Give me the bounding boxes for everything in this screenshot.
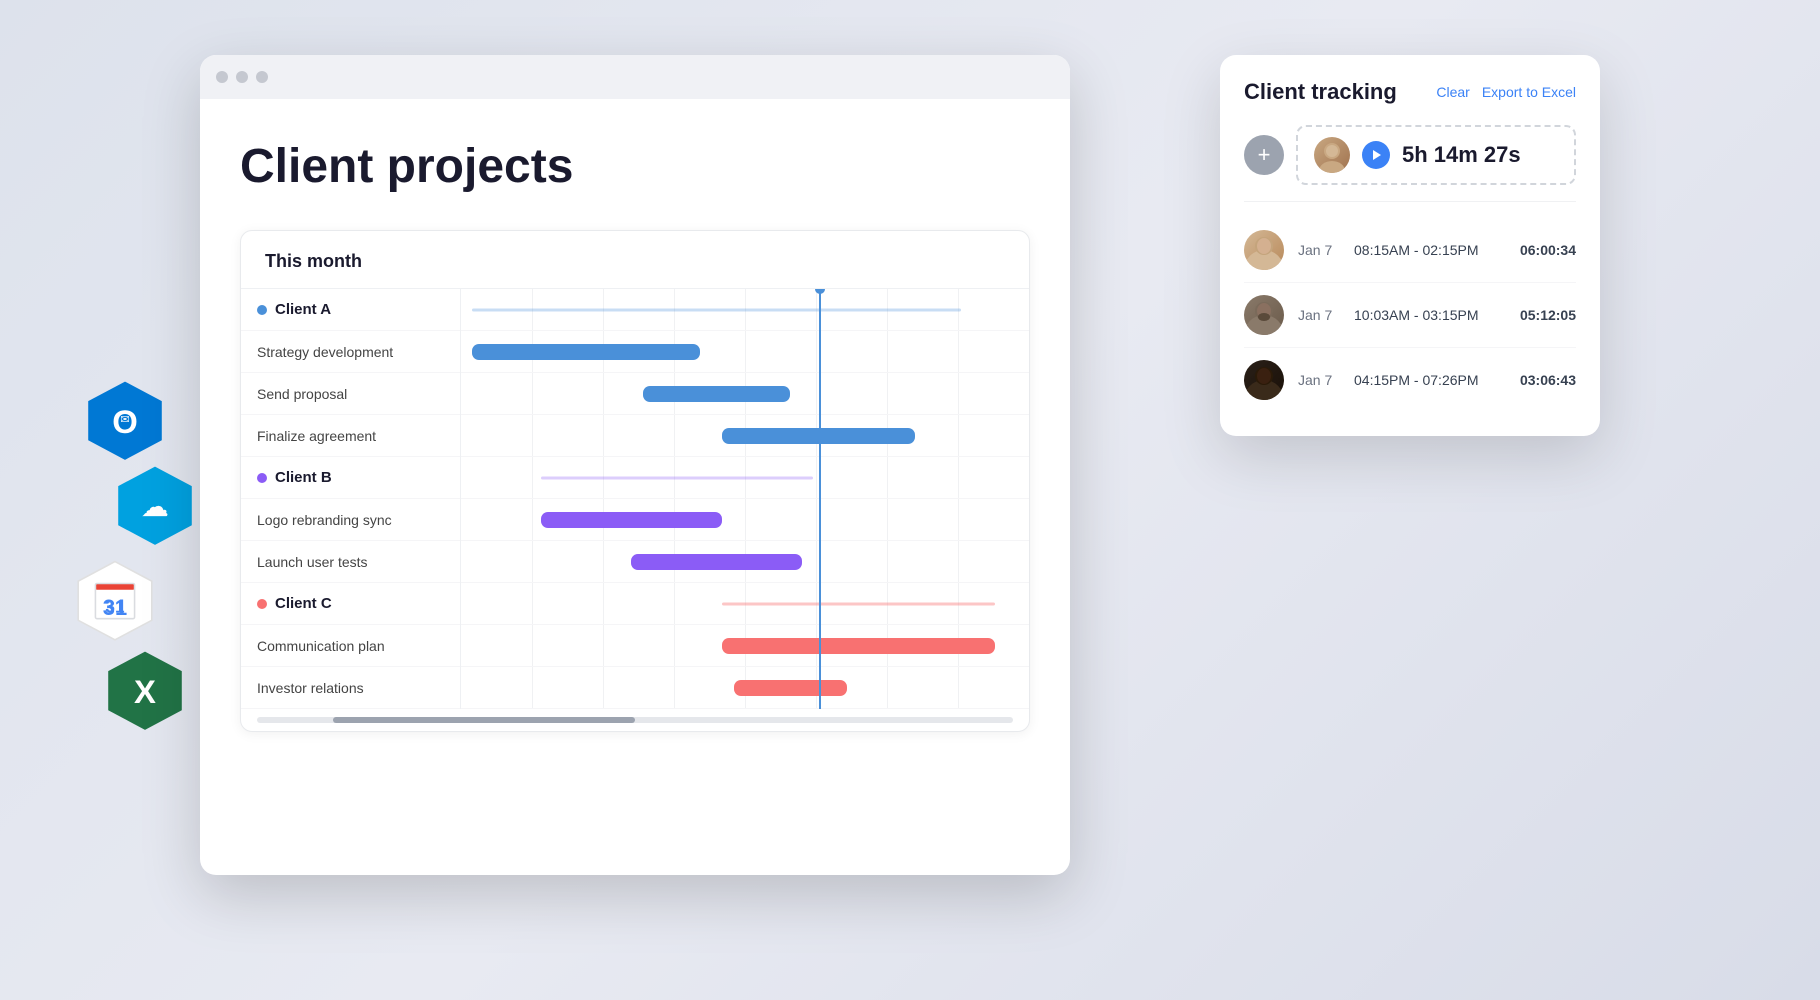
gantt-task-label: Investor relations: [241, 667, 460, 709]
gantt-bar-row: [461, 499, 1029, 541]
gantt-header: This month: [241, 231, 1029, 289]
gantt-task-label: Logo rebranding sync: [241, 499, 460, 541]
investor-relations-bar: [734, 680, 848, 696]
log-duration-1: 06:00:34: [1520, 242, 1576, 258]
gantt-bar-row: [461, 373, 1029, 415]
client-c-dot: [257, 599, 267, 609]
log-duration-2: 05:12:05: [1520, 307, 1576, 323]
launch-user-tests-bar: [631, 554, 801, 570]
browser-window: Client projects This month Client A Stra…: [200, 55, 1070, 875]
gantt-client-c-label: Client C: [241, 583, 460, 625]
gantt-task-label: Strategy development: [241, 331, 460, 373]
salesforce-icon: ☁: [110, 465, 200, 555]
log-date-3: Jan 7: [1298, 372, 1340, 388]
gantt-task-label: Finalize agreement: [241, 415, 460, 457]
window-dot-3: [256, 71, 268, 83]
export-button[interactable]: Export to Excel: [1482, 84, 1576, 100]
tracking-actions: Clear Export to Excel: [1436, 84, 1576, 100]
add-timer-button[interactable]: +: [1244, 135, 1284, 175]
gantt-scrollbar-thumb[interactable]: [333, 717, 635, 723]
gantt-client-b-label: Client B: [241, 457, 460, 499]
client-b-dot: [257, 473, 267, 483]
gantt-task-label: Launch user tests: [241, 541, 460, 583]
log-time-range-1: 08:15AM - 02:15PM: [1354, 242, 1506, 258]
gantt-bar-row: [461, 457, 1029, 499]
active-timer-card: 5h 14m 27s: [1296, 125, 1576, 185]
outlook-icon: O ✉: [80, 380, 170, 470]
browser-content: Client projects This month Client A Stra…: [200, 99, 1070, 875]
gantt-bar-row: [461, 583, 1029, 625]
svg-text:✉: ✉: [120, 414, 129, 426]
log-avatar-2: [1244, 295, 1284, 335]
log-time-range-3: 04:15PM - 07:26PM: [1354, 372, 1506, 388]
browser-titlebar: [200, 55, 1070, 99]
active-timer-row: + 5h 14m 27s: [1244, 125, 1576, 202]
window-dot-2: [236, 71, 248, 83]
gantt-communication-plan-row: [461, 625, 1029, 667]
google-calendar-icon: 31 31: [70, 560, 160, 650]
gantt-bars: [461, 289, 1029, 709]
svg-text:☁: ☁: [141, 490, 169, 522]
active-timer-value: 5h 14m 27s: [1402, 142, 1521, 168]
active-user-avatar: [1314, 137, 1350, 173]
play-icon[interactable]: [1362, 141, 1390, 169]
client-a-dot: [257, 305, 267, 315]
client-b-summary-bar: [541, 476, 814, 479]
gantt-scrollbar[interactable]: [257, 717, 1013, 723]
page-title: Client projects: [240, 139, 1030, 194]
integration-icons: O ✉ ☁ 31 31 X: [60, 380, 200, 740]
log-row-2: Jan 7 10:03AM - 03:15PM 05:12:05: [1244, 283, 1576, 348]
gantt-month-label: This month: [265, 251, 362, 271]
gantt-container: This month Client A Strategy development…: [240, 230, 1030, 732]
tracking-title: Client tracking: [1244, 79, 1397, 105]
gantt-body: Client A Strategy development Send propo…: [241, 289, 1029, 709]
gantt-bar-row: [461, 541, 1029, 583]
log-duration-3: 03:06:43: [1520, 372, 1576, 388]
svg-text:X: X: [134, 673, 156, 710]
window-dot-1: [216, 71, 228, 83]
excel-icon: X: [100, 650, 190, 740]
tracking-header: Client tracking Clear Export to Excel: [1244, 79, 1576, 105]
clear-button[interactable]: Clear: [1436, 84, 1469, 100]
gantt-task-communication-plan-label: Communication plan: [241, 625, 460, 667]
svg-text:31: 31: [105, 596, 125, 616]
log-avatar-1: [1244, 230, 1284, 270]
logo-rebranding-bar: [541, 512, 723, 528]
communication-plan-bar: [722, 638, 995, 654]
gantt-client-a-label: Client A: [241, 289, 460, 331]
tracking-panel: Client tracking Clear Export to Excel +: [1220, 55, 1600, 436]
today-line: [819, 289, 821, 709]
log-time-range-2: 10:03AM - 03:15PM: [1354, 307, 1506, 323]
send-proposal-bar: [643, 386, 791, 402]
gantt-bar-row: [461, 415, 1029, 457]
log-date-2: Jan 7: [1298, 307, 1340, 323]
gantt-bar-row: [461, 331, 1029, 373]
log-row-3: Jan 7 04:15PM - 07:26PM 03:06:43: [1244, 348, 1576, 412]
log-date-1: Jan 7: [1298, 242, 1340, 258]
gantt-bar-row: [461, 667, 1029, 709]
client-c-summary-bar: [722, 602, 995, 605]
client-a-summary-bar: [472, 308, 960, 311]
log-avatar-3: [1244, 360, 1284, 400]
log-row-1: Jan 7 08:15AM - 02:15PM 06:00:34: [1244, 218, 1576, 283]
gantt-task-label: Send proposal: [241, 373, 460, 415]
gantt-labels: Client A Strategy development Send propo…: [241, 289, 461, 709]
strategy-dev-bar: [472, 344, 699, 360]
gantt-bar-row: [461, 289, 1029, 331]
